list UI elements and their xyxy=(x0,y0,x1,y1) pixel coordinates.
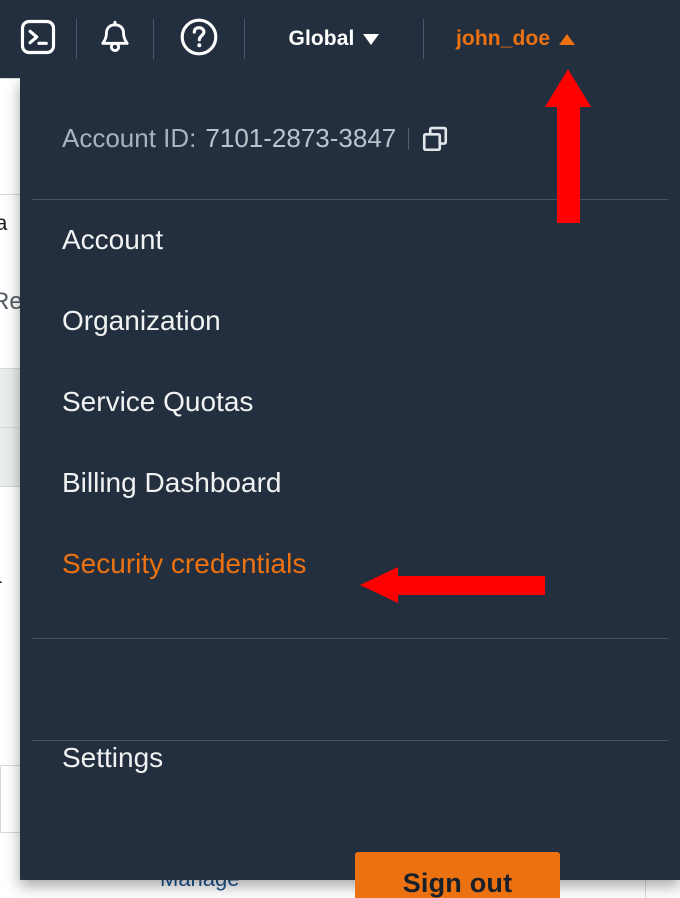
menu-item-label: Account xyxy=(62,223,164,255)
dropdown-divider xyxy=(32,740,668,741)
terminal-icon xyxy=(19,18,57,61)
user-menu-label: john_doe xyxy=(456,27,551,50)
menu-item-account[interactable]: Account xyxy=(20,199,680,280)
menu-item-label: Security credentials xyxy=(62,547,307,579)
account-menu-list: Account Organization Service Quotas Bill… xyxy=(20,199,680,604)
menu-item-label: Settings xyxy=(62,741,164,773)
account-dropdown-menu: Account ID: 7101-2873-3847 Account Organ… xyxy=(20,78,680,898)
menu-item-security-credentials[interactable]: Security credentials xyxy=(20,523,680,604)
help-button[interactable] xyxy=(154,0,244,78)
settings-group: Settings xyxy=(20,717,680,798)
account-id-value: 7101-2873-3847 xyxy=(205,123,397,153)
user-menu-button[interactable]: john_doe xyxy=(424,0,599,78)
background-text-fragment: na xyxy=(0,212,8,235)
notifications-button[interactable] xyxy=(77,0,153,78)
menu-item-billing-dashboard[interactable]: Billing Dashboard xyxy=(20,442,680,523)
account-id-divider xyxy=(408,127,410,150)
menu-item-label: Billing Dashboard xyxy=(62,466,282,498)
menu-item-settings[interactable]: Settings xyxy=(20,717,680,798)
top-navigation-bar: Global john_doe xyxy=(0,0,680,78)
chevron-up-icon xyxy=(559,33,576,45)
menu-item-label: Service Quotas xyxy=(62,385,254,417)
sign-out-zone: Sign out xyxy=(20,819,680,898)
chevron-down-icon xyxy=(363,33,380,45)
arrow-shaft-vertical xyxy=(557,105,580,223)
sign-out-button[interactable]: Sign out xyxy=(355,852,560,898)
region-label: Global xyxy=(288,27,355,50)
arrow-shaft-horizontal xyxy=(397,576,545,595)
menu-item-label: Organization xyxy=(62,304,221,336)
screen: na Re a Manage xyxy=(0,0,680,898)
menu-item-service-quotas[interactable]: Service Quotas xyxy=(20,361,680,442)
question-circle-icon xyxy=(178,16,220,63)
copy-icon[interactable] xyxy=(420,124,450,154)
account-id-label: Account ID: xyxy=(62,123,197,153)
background-text-fragment: a xyxy=(0,565,2,589)
arrow-head-left-icon xyxy=(360,567,398,603)
arrow-head-up-icon xyxy=(545,69,591,107)
dropdown-divider xyxy=(32,638,668,639)
bell-icon xyxy=(96,18,134,61)
menu-item-organization[interactable]: Organization xyxy=(20,280,680,361)
region-selector[interactable]: Global xyxy=(245,0,423,78)
cloudshell-button[interactable] xyxy=(0,0,76,78)
